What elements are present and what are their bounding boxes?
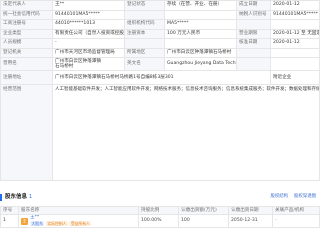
- company-profile: 法定代表人 王** 登记状态 存续（在营、开业、在册） 成立日期 2020-01-12 统一…: [0, 0, 320, 240]
- nearby-companies-link[interactable]: 附近企业: [270, 70, 320, 85]
- field-value: [270, 19, 320, 30]
- field-value[interactable]: 王**: [52, 0, 125, 11]
- field-label: 曾用名: [0, 57, 53, 71]
- shareholders-section-header: 股东信息 1 股权结构 股权穿透图: [0, 190, 320, 204]
- field-value: 广州市天河区市场监督管理局: [52, 47, 125, 58]
- info-row: 注册地址 广州市白云区钟落潭镇石马桥村马桥路1号自编8栋3层301 附近企业: [0, 70, 320, 85]
- field-value: 广州市白云区钟落潭镇石马桥村: [164, 47, 237, 58]
- field-label: 登记状态: [124, 0, 165, 11]
- info-row: 登记机关 广州市天河区市场监督管理局 所属地区 广州市白云区钟落潭镇石马桥村: [0, 47, 320, 58]
- field-value: [270, 47, 320, 58]
- field-value: Guangzhou Jieyang Data Technology Co., L…: [164, 57, 237, 71]
- field-label: 纳税人识别号: [236, 9, 271, 20]
- field-value: 44010******1013: [52, 19, 125, 30]
- field-value: [164, 9, 237, 20]
- field-label: [236, 57, 271, 71]
- column-header: 序号: [0, 206, 19, 215]
- related-products: -: [272, 213, 320, 229]
- equity-penetration-link[interactable]: 股权穿透图: [294, 194, 316, 200]
- info-row: 统一社会信用代码 91440101MA5***** 纳税人识别号 91440101MA…: [0, 9, 320, 20]
- field-value: 广州市白云区钟落潭镇石马桥村: [52, 57, 125, 71]
- info-row: 企业类型 有限责任公司（自然人投资或控股） 注册资本 100 万元人民币 营业期限 202…: [0, 28, 320, 39]
- shareholder-cell: 王王** 大股东 实际控制人 受益所有人: [18, 213, 139, 229]
- field-value: 91440101MA5*****: [52, 9, 125, 20]
- role-tag: 大股东: [30, 220, 45, 226]
- field-label: 注册地址: [0, 70, 53, 85]
- info-row: 曾用名 广州市白云区钟落潭镇 石马桥村 英文名 Guangzhou Jieyang Da…: [0, 57, 320, 71]
- field-label: 注册资本: [124, 28, 165, 39]
- column-header: 认缴出资日期: [228, 206, 273, 215]
- field-label: [236, 19, 271, 30]
- column-header: 关联产品/机构: [272, 206, 320, 215]
- field-value-line: 石马桥村: [55, 64, 74, 69]
- business-scope-text: 人工智能基础软件开发；人工智能应用软件开发；网络技术服务；信息技术咨询服务；信息…: [52, 84, 320, 181]
- field-label: 企业类型: [0, 28, 53, 39]
- role-tag: 受益所有人: [69, 220, 92, 226]
- info-row: 工商注册号 44010******1013 组织机构代码 MA5*****: [0, 19, 320, 30]
- field-label: 所属地区: [124, 47, 165, 58]
- field-label: 组织机构代码: [124, 19, 165, 30]
- field-value: 2020-01-12: [270, 38, 320, 49]
- field-value: [164, 38, 237, 49]
- shareholders-table: 序号 股东名称 持股比例 认缴出资额(万元) 认缴出资日期 关联产品/机构 1 王王** 大股东…: [0, 206, 320, 229]
- field-label: 人员规模: [0, 38, 53, 49]
- field-label: [124, 38, 165, 49]
- role-tag: 实际控制人: [45, 220, 68, 226]
- section-count: 1: [29, 193, 33, 200]
- field-value: 2020-01-12: [270, 0, 320, 11]
- field-value: 100 万元人民币: [164, 28, 237, 39]
- field-value: [270, 57, 320, 71]
- field-label: [124, 9, 165, 20]
- column-header: 持股比例: [138, 206, 179, 215]
- equity-structure-link[interactable]: 股权结构: [270, 194, 288, 200]
- field-label: 统一社会信用代码: [0, 9, 53, 20]
- subscribed-amount: 100: [178, 213, 229, 229]
- field-value: 广州市白云区钟落潭镇石马桥村马桥路1号自编8栋3层301: [52, 70, 271, 85]
- section-accent-bar: [0, 193, 2, 201]
- business-scope-label: 经营范围: [0, 84, 53, 181]
- field-value: 91440101MA5*****: [270, 9, 320, 20]
- field-label: 登记机关: [0, 47, 53, 58]
- field-value: 存续（在营、开业、在册）: [164, 0, 237, 11]
- field-label: 营业期限: [236, 28, 271, 39]
- business-scope-row: 经营范围 人工智能基础软件开发；人工智能应用软件开发；网络技术服务；信息技术咨询服…: [0, 84, 320, 181]
- subscribed-date: 2050-12-31: [228, 213, 273, 229]
- field-label: [236, 47, 271, 58]
- field-value: -: [52, 38, 125, 49]
- field-value: MA5*****: [164, 19, 237, 30]
- basic-info-table: 法定代表人 王** 登记状态 存续（在营、开业、在册） 成立日期 2020-01-12 统一…: [0, 0, 320, 181]
- field-value: 有限责任公司（自然人投资或控股）: [52, 28, 125, 39]
- field-label: 法定代表人: [0, 0, 53, 11]
- column-header: 股东名称: [18, 206, 139, 215]
- table-header-row: 序号 股东名称 持股比例 认缴出资额(万元) 认缴出资日期 关联产品/机构: [0, 206, 320, 215]
- field-label: 英文名: [124, 57, 165, 71]
- section-title: 股东信息: [5, 193, 28, 200]
- field-label: 成立日期: [236, 0, 271, 11]
- info-row: 法定代表人 王** 登记状态 存续（在营、开业、在册） 成立日期 2020-01-12: [0, 0, 320, 11]
- row-index: 1: [0, 213, 19, 229]
- field-value: 2020-01-12 至 无固定期限: [270, 28, 320, 39]
- holding-ratio: 100.00%: [138, 213, 179, 229]
- table-row: 1 王王** 大股东 实际控制人 受益所有人 100.00% 100 2050-12-31-: [0, 213, 320, 229]
- avatar: 王: [21, 217, 28, 225]
- field-label: 核准日期: [236, 38, 271, 49]
- column-header: 认缴出资额(万元): [178, 206, 229, 215]
- field-label: 工商注册号: [0, 19, 53, 30]
- info-row: 人员规模 - 核准日期 2020-01-12: [0, 38, 320, 49]
